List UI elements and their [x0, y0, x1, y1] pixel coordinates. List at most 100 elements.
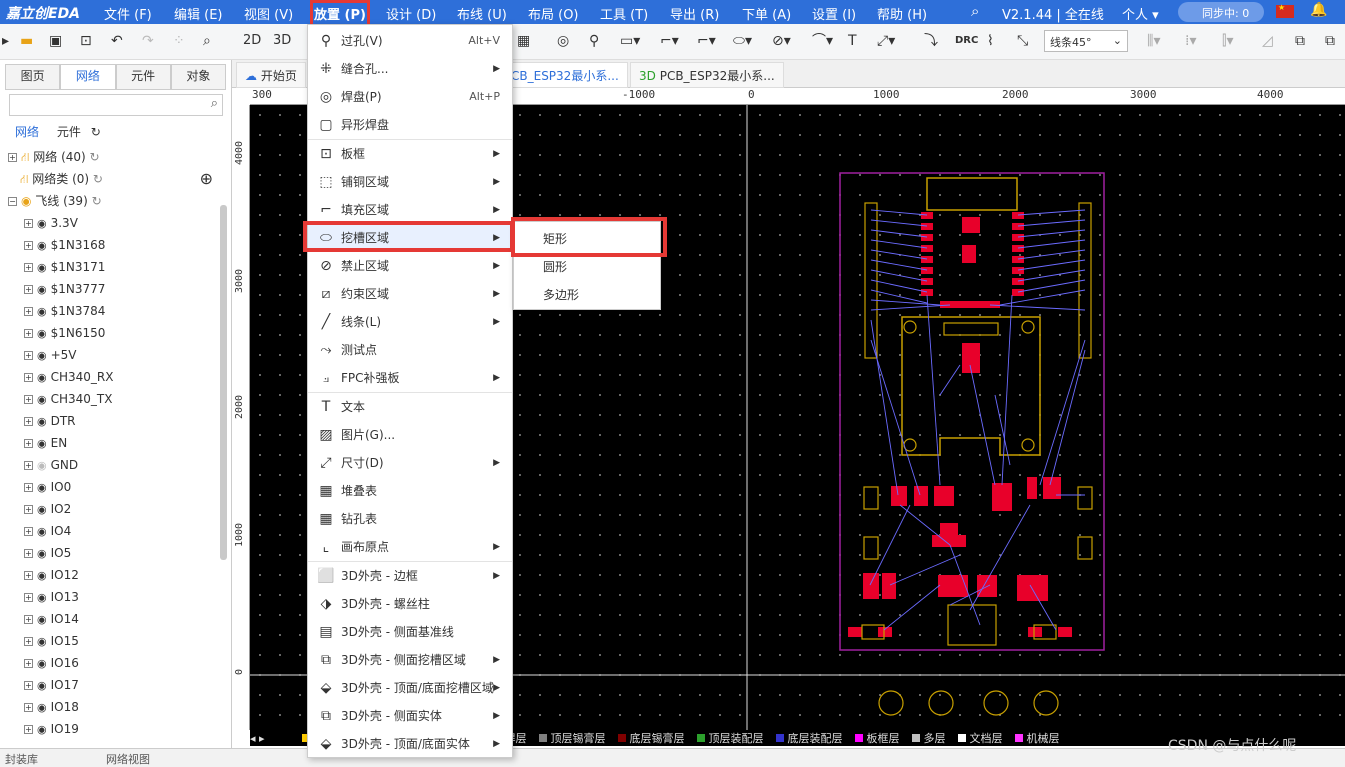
menu-item-shaped-pad[interactable]: ▢ 异形焊盘 — [308, 111, 512, 139]
expand-icon[interactable]: + — [24, 593, 33, 602]
eye-icon[interactable]: ◉ — [37, 393, 47, 406]
tab-nets[interactable]: 网络 — [60, 64, 116, 89]
user-menu[interactable]: 个人 ▾ — [1122, 4, 1159, 23]
submenu-polygon[interactable]: 多边形 — [514, 281, 660, 309]
subtab-components[interactable]: 元件 — [57, 125, 81, 139]
bell-icon[interactable]: 🔔 — [1310, 2, 1327, 18]
menu-item-shell-screw[interactable]: ⬗ 3D外壳 - 螺丝柱 — [308, 590, 512, 618]
menu-item-shell-topbot-slot[interactable]: ⬙ 3D外壳 - 顶面/底面挖槽区域 ▶ — [308, 674, 512, 702]
menu-item-origin[interactable]: ⌞ 画布原点 ▶ — [308, 533, 512, 561]
language-flag-icon[interactable] — [1276, 3, 1294, 18]
redo-icon[interactable]: ↷ — [142, 30, 154, 52]
expand-icon[interactable]: + — [24, 351, 33, 360]
net-item[interactable]: + ◉ IO5 — [8, 542, 213, 564]
net-item[interactable]: + ◉ IO12 — [8, 564, 213, 586]
layer-item[interactable]: 顶层装配层 — [696, 730, 764, 746]
expand-icon[interactable]: + — [24, 615, 33, 624]
net-view-tab[interactable]: 网络视图 — [106, 751, 150, 767]
search-icon[interactable]: ⌕ — [211, 96, 218, 111]
drc-button[interactable]: DRC — [955, 30, 978, 52]
menu-item-shell-side-slot[interactable]: ⧉ 3D外壳 - 侧面挖槽区域 ▶ — [308, 646, 512, 674]
submenu-circle[interactable]: 圆形 — [514, 253, 660, 281]
subtab-nets[interactable]: 网络 — [15, 125, 39, 139]
expand-icon[interactable]: + — [24, 285, 33, 294]
distribute-icon[interactable]: ⁞▾ — [1185, 30, 1196, 52]
menu-item-shell-frame[interactable]: ⬜ 3D外壳 - 边框 ▶ — [308, 562, 512, 590]
net-search-input[interactable]: ⌕ — [9, 94, 223, 116]
panel-scrollbar[interactable] — [220, 205, 227, 560]
eye-icon[interactable]: ◉ — [21, 194, 35, 208]
net-item[interactable]: + ◉ GND — [8, 454, 213, 476]
eye-icon[interactable]: ◉ — [37, 679, 47, 692]
view-3d-button[interactable]: 3D — [273, 30, 291, 52]
menu-item-image[interactable]: ▨ 图片(G)... — [308, 421, 512, 449]
eye-icon[interactable]: ◉ — [37, 349, 47, 362]
eye-icon[interactable]: ◉ — [37, 459, 47, 472]
net-item[interactable]: + ◉ IO18 — [8, 696, 213, 718]
expand-icon[interactable]: + — [24, 505, 33, 514]
footprint-lib-tab[interactable]: 封装库 — [5, 751, 38, 767]
pad-tool-icon[interactable]: ◎ — [557, 30, 569, 52]
expand-icon[interactable]: + — [24, 483, 33, 492]
menu-item-drill-table[interactable]: ▦ 钻孔表 — [308, 505, 512, 533]
menu-item-test-point[interactable]: ⤳ 测试点 — [308, 336, 512, 364]
undo-icon[interactable]: ↶ — [111, 30, 123, 52]
net-item[interactable]: + ◉ IO4 — [8, 520, 213, 542]
net-item[interactable]: + ◉ IO0 — [8, 476, 213, 498]
expand-icon[interactable]: + — [24, 461, 33, 470]
menu-item-shell-topbot-solid[interactable]: ⬙ 3D外壳 - 顶面/底面实体 ▶ — [308, 730, 512, 758]
expand-icon[interactable]: + — [24, 549, 33, 558]
expand-icon[interactable]: + — [24, 659, 33, 668]
expand-icon[interactable]: + — [24, 373, 33, 382]
net-item[interactable]: + ◉ $1N3777 — [8, 278, 213, 300]
tab-schematic[interactable]: CB_ESP32最小系... — [502, 62, 628, 88]
refresh-icon[interactable]: ↻ — [91, 125, 101, 139]
expand-icon[interactable]: + — [24, 527, 33, 536]
folder-icon[interactable]: ▬ — [20, 30, 33, 52]
net-item[interactable]: + ◉ $1N3784 — [8, 300, 213, 322]
menu-item-shell-side-ref[interactable]: ▤ 3D外壳 - 侧面基准线 — [308, 618, 512, 646]
menu-item-constraint[interactable]: ⧄ 约束区域 ▶ — [308, 280, 512, 308]
arc-tool-icon[interactable]: ⌒▾ — [812, 30, 833, 52]
refresh-icon[interactable]: ↻ — [92, 194, 102, 208]
menu-settings[interactable]: 设置 (I) — [812, 4, 856, 23]
tab-pcb[interactable]: 3D PCB_ESP32最小系... — [630, 62, 784, 88]
menu-item-board-outline[interactable]: ⊡ 板框 ▶ — [308, 140, 512, 168]
net-item[interactable]: + ◉ 3.3V — [8, 212, 213, 234]
grid-icon[interactable]: ▦ — [517, 30, 530, 52]
menu-layout[interactable]: 布局 (O) — [528, 4, 579, 23]
route-tool-icon[interactable]: ⌐▾ — [660, 30, 679, 52]
refresh-icon[interactable]: ↻ — [93, 172, 103, 186]
layer-item[interactable]: 文档层 — [957, 730, 1003, 746]
menu-export[interactable]: 导出 (R) — [670, 4, 719, 23]
tree-group-ratsnest[interactable]: − ◉ 飞线 (39) ↻ — [8, 190, 213, 212]
menu-view[interactable]: 视图 (V) — [244, 4, 293, 23]
net-item[interactable]: + ◉ IO13 — [8, 586, 213, 608]
layer-item[interactable]: 底层锡膏层 — [617, 730, 685, 746]
add-icon[interactable]: ⊕ — [200, 168, 213, 190]
net-item[interactable]: + ◉ CH340_TX — [8, 388, 213, 410]
expand-icon[interactable]: + — [8, 153, 17, 162]
net-item[interactable]: + ◉ +5V — [8, 344, 213, 366]
menu-tools[interactable]: 工具 (T) — [600, 4, 648, 23]
menu-item-keepout[interactable]: ⊘ 禁止区域 ▶ — [308, 252, 512, 280]
grid-select-icon[interactable]: ⁘ — [173, 30, 185, 52]
expand-icon[interactable]: + — [24, 263, 33, 272]
eye-icon[interactable]: ◉ — [37, 481, 47, 494]
menu-design[interactable]: 设计 (D) — [386, 4, 436, 23]
layer-align-icon[interactable]: ⫿▾ — [1222, 30, 1234, 52]
eye-icon[interactable]: ◉ — [37, 415, 47, 428]
net-item[interactable]: + ◉ IO16 — [8, 652, 213, 674]
view-2d-button[interactable]: 2D — [243, 30, 261, 52]
eye-icon[interactable]: ◉ — [37, 283, 47, 296]
import-icon[interactable]: ⤵ — [924, 30, 938, 52]
expand-icon[interactable]: + — [24, 681, 33, 690]
expand-icon[interactable]: + — [24, 571, 33, 580]
expand-icon[interactable]: + — [24, 241, 33, 250]
expand-icon[interactable]: + — [24, 637, 33, 646]
menu-item-via[interactable]: ⚲ 过孔(V) Alt+V — [308, 27, 512, 55]
eye-icon[interactable]: ◉ — [37, 569, 47, 582]
refresh-icon[interactable]: ↻ — [90, 150, 100, 164]
save-all-icon[interactable]: ⊡ — [80, 30, 92, 52]
net-item[interactable]: + ◉ IO19 — [8, 718, 213, 740]
